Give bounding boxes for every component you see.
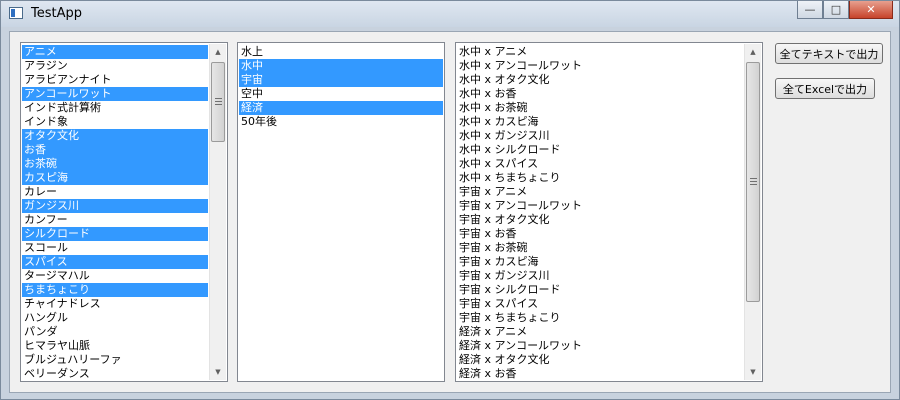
- minimize-icon: —: [804, 3, 816, 16]
- minimize-button[interactable]: —: [797, 1, 823, 19]
- list-item[interactable]: 水中 x カスピ海: [457, 115, 743, 129]
- close-button[interactable]: ✕: [849, 1, 893, 19]
- app-window: TestApp — □ ✕ アニメ アラジン アラビアンナイト アンコールワット インド…: [0, 0, 900, 400]
- setting-listbox[interactable]: 水上 水中 宇宙 空中 経済 50年後: [237, 42, 445, 382]
- list-item[interactable]: 宇宙 x シルクロード: [457, 283, 743, 297]
- list-item[interactable]: お茶碗: [22, 157, 208, 171]
- combination-list-items: 水中 x アニメ 水中 x アンコールワット 水中 x オタク文化 水中 x お香 水中…: [457, 45, 743, 381]
- list-item[interactable]: 水中 x アンコールワット: [457, 59, 743, 73]
- list-item[interactable]: お香: [22, 143, 208, 157]
- keyword-list-items: アニメ アラジン アラビアンナイト アンコールワット インド式計算術 インド象 オタク文化お…: [22, 45, 208, 381]
- list-item[interactable]: 宇宙 x アンコールワット: [457, 199, 743, 213]
- list-item[interactable]: 水中 x スパイス: [457, 157, 743, 171]
- list-item[interactable]: 経済 x アニメ: [457, 325, 743, 339]
- list-item[interactable]: 経済 x お香: [457, 367, 743, 381]
- list-item[interactable]: カスピ海: [22, 171, 208, 185]
- scroll-thumb[interactable]: [211, 62, 225, 142]
- list-item[interactable]: 水中 x ちまちょこり: [457, 171, 743, 185]
- list-item[interactable]: 経済: [239, 101, 443, 115]
- list-item[interactable]: アニメ: [22, 45, 208, 59]
- list-item[interactable]: 経済 x オタク文化: [457, 353, 743, 367]
- list-item[interactable]: ベリーダンス: [22, 367, 208, 381]
- export-excel-button[interactable]: 全てExcelで出力: [775, 78, 875, 99]
- list-item[interactable]: 経済 x アンコールワット: [457, 339, 743, 353]
- keyword-listbox[interactable]: アニメ アラジン アラビアンナイト アンコールワット インド式計算術 インド象 オタク文化お…: [20, 42, 228, 382]
- list-item[interactable]: 宇宙 x ちまちょこり: [457, 311, 743, 325]
- list-item[interactable]: 宇宙: [239, 73, 443, 87]
- keyword-list-scrollbar[interactable]: ▲ ▼: [209, 44, 226, 380]
- list-item[interactable]: 空中: [239, 87, 443, 101]
- scroll-thumb[interactable]: [746, 62, 760, 302]
- title-bar[interactable]: TestApp — □ ✕: [1, 1, 899, 27]
- list-item[interactable]: 50年後: [239, 115, 443, 129]
- list-item[interactable]: 水中: [239, 59, 443, 73]
- app-icon[interactable]: [9, 7, 23, 19]
- list-item[interactable]: アラビアンナイト: [22, 73, 208, 87]
- scroll-down-arrow-icon[interactable]: ▼: [210, 364, 226, 380]
- list-item[interactable]: スコール: [22, 241, 208, 255]
- export-text-button[interactable]: 全てテキストで出力: [775, 43, 883, 64]
- caption-buttons: — □ ✕: [797, 1, 893, 21]
- list-item[interactable]: 宇宙 x お香: [457, 227, 743, 241]
- setting-list-items: 水上 水中 宇宙 空中 経済 50年後: [239, 45, 443, 129]
- maximize-icon: □: [830, 3, 842, 16]
- list-item[interactable]: 水中 x お茶碗: [457, 101, 743, 115]
- list-item[interactable]: ヒマラヤ山脈: [22, 339, 208, 353]
- client-area: アニメ アラジン アラビアンナイト アンコールワット インド式計算術 インド象 オタク文化お…: [9, 31, 891, 393]
- list-item[interactable]: スパイス: [22, 255, 208, 269]
- list-item[interactable]: 宇宙 x ガンジス川: [457, 269, 743, 283]
- scroll-up-arrow-icon[interactable]: ▲: [210, 44, 226, 60]
- list-item[interactable]: 水中 x ガンジス川: [457, 129, 743, 143]
- list-item[interactable]: チャイナドレス: [22, 297, 208, 311]
- list-item[interactable]: カンフー: [22, 213, 208, 227]
- list-item[interactable]: カレー: [22, 185, 208, 199]
- list-item[interactable]: オタク文化: [22, 129, 208, 143]
- list-item[interactable]: ちまちょこり: [22, 283, 208, 297]
- list-item[interactable]: ブルジュハリーファ: [22, 353, 208, 367]
- list-item[interactable]: 宇宙 x カスピ海: [457, 255, 743, 269]
- list-item[interactable]: 水中 x アニメ: [457, 45, 743, 59]
- list-item[interactable]: ガンジス川: [22, 199, 208, 213]
- list-item[interactable]: 水中 x シルクロード: [457, 143, 743, 157]
- list-item[interactable]: アンコールワット: [22, 87, 208, 101]
- list-item[interactable]: 宇宙 x アニメ: [457, 185, 743, 199]
- list-item[interactable]: ハングル: [22, 311, 208, 325]
- list-item[interactable]: アラジン: [22, 59, 208, 73]
- list-item[interactable]: 宇宙 x オタク文化: [457, 213, 743, 227]
- scroll-down-arrow-icon[interactable]: ▼: [745, 364, 761, 380]
- list-item[interactable]: インド式計算術: [22, 101, 208, 115]
- list-item[interactable]: 水中 x お香: [457, 87, 743, 101]
- list-item[interactable]: 水中 x オタク文化: [457, 73, 743, 87]
- combination-list-scrollbar[interactable]: ▲ ▼: [744, 44, 761, 380]
- close-icon: ✕: [866, 3, 876, 16]
- list-item[interactable]: タージマハル: [22, 269, 208, 283]
- list-item[interactable]: 宇宙 x お茶碗: [457, 241, 743, 255]
- list-item[interactable]: シルクロード: [22, 227, 208, 241]
- combination-listbox[interactable]: 水中 x アニメ 水中 x アンコールワット 水中 x オタク文化 水中 x お香 水中…: [455, 42, 763, 382]
- window-title: TestApp: [31, 6, 82, 21]
- list-item[interactable]: パンダ: [22, 325, 208, 339]
- list-item[interactable]: インド象: [22, 115, 208, 129]
- scroll-up-arrow-icon[interactable]: ▲: [745, 44, 761, 60]
- list-item[interactable]: 水上: [239, 45, 443, 59]
- maximize-button[interactable]: □: [823, 1, 849, 19]
- list-item[interactable]: 宇宙 x スパイス: [457, 297, 743, 311]
